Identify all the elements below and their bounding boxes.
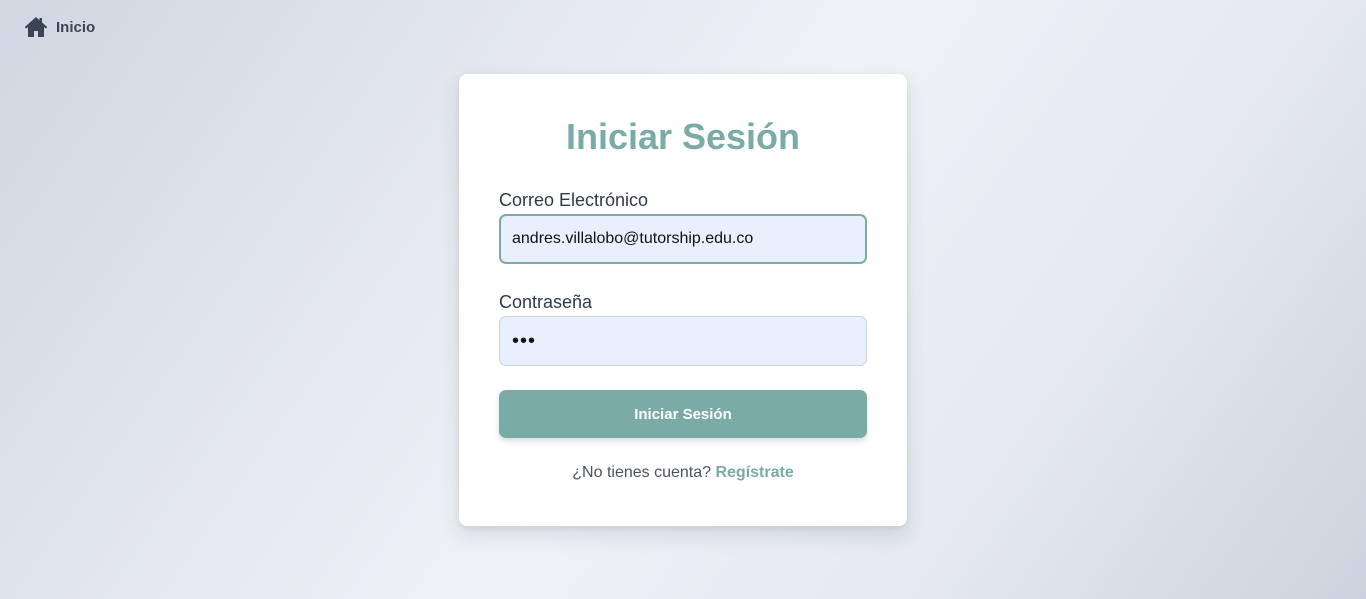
login-title: Iniciar Sesión: [565, 116, 801, 157]
password-label: Contraseña: [499, 292, 593, 312]
login-button[interactable]: Iniciar Sesión: [499, 390, 867, 438]
register-prompt: ¿No tienes cuenta? Regístrate: [459, 464, 907, 482]
email-label: Correo Electrónico: [499, 190, 649, 210]
register-link[interactable]: Regístrate: [715, 464, 793, 481]
login-card: Iniciar Sesión Correo Electrónico Contra…: [459, 74, 907, 526]
password-field[interactable]: [499, 316, 867, 366]
home-link[interactable]: Inicio: [24, 16, 95, 38]
home-label: Inicio: [56, 18, 96, 36]
no-account-text: ¿No tienes cuenta?: [572, 464, 712, 481]
home-icon: [24, 16, 48, 38]
email-field[interactable]: [499, 214, 867, 264]
